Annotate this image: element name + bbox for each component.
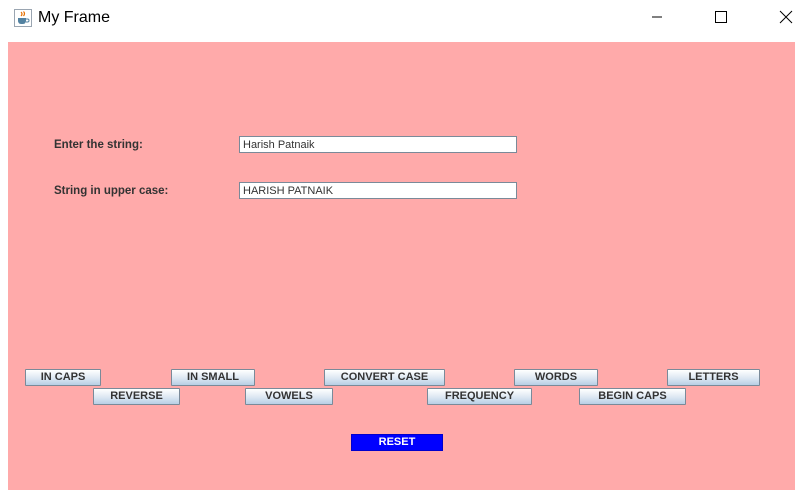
java-cup-icon bbox=[14, 9, 32, 27]
words-button[interactable]: WORDS bbox=[514, 369, 598, 386]
close-icon bbox=[779, 10, 793, 29]
vowels-button[interactable]: VOWELS bbox=[245, 388, 333, 405]
output-label: String in upper case: bbox=[54, 185, 169, 197]
window-title: My Frame bbox=[38, 9, 110, 26]
frequency-button[interactable]: FREQUENCY bbox=[427, 388, 532, 405]
letters-button[interactable]: LETTERS bbox=[667, 369, 760, 386]
maximize-button[interactable] bbox=[698, 0, 744, 38]
reset-button[interactable]: RESET bbox=[351, 434, 443, 451]
begin-caps-button[interactable]: BEGIN CAPS bbox=[579, 388, 686, 405]
minimize-icon bbox=[651, 10, 663, 28]
content-panel: Enter the string: String in upper case: … bbox=[8, 42, 795, 490]
in-caps-button[interactable]: IN CAPS bbox=[25, 369, 101, 386]
convert-case-button[interactable]: CONVERT CASE bbox=[324, 369, 445, 386]
title-bar: My Frame bbox=[0, 0, 811, 42]
close-button[interactable] bbox=[763, 0, 809, 38]
maximize-icon bbox=[714, 10, 728, 29]
input-label: Enter the string: bbox=[54, 139, 143, 151]
uppercase-output-field[interactable] bbox=[239, 182, 517, 199]
minimize-button[interactable] bbox=[634, 0, 680, 38]
input-string-field[interactable] bbox=[239, 136, 517, 153]
reverse-button[interactable]: REVERSE bbox=[93, 388, 180, 405]
in-small-button[interactable]: IN SMALL bbox=[171, 369, 255, 386]
